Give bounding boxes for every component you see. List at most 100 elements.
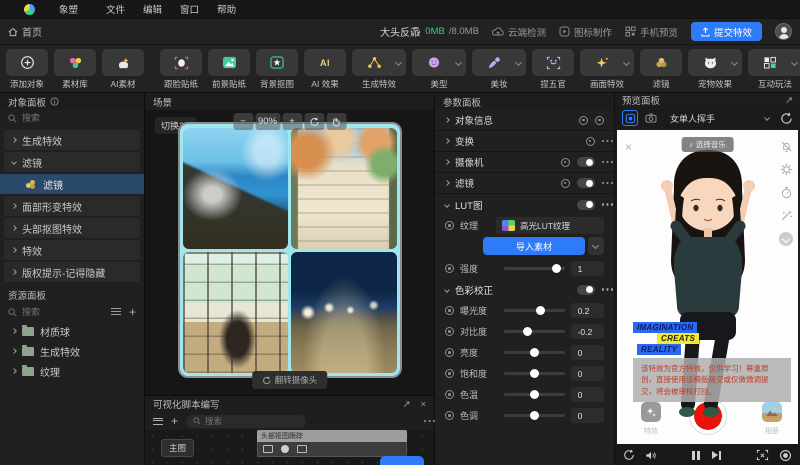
tool-background-matting[interactable]: 背景抠图 [256, 49, 298, 90]
tree-group-copyright[interactable]: 版权提示-记得隐藏 [4, 262, 140, 282]
pose-selector[interactable]: 女单人挥手 [664, 110, 775, 127]
menu-app[interactable]: 象塑 [59, 2, 78, 16]
submit-effect-button[interactable]: 提交特效 [691, 22, 762, 41]
exposure-value[interactable]: 0.2 [571, 303, 604, 318]
tool-add-object[interactable]: 添加对象 [6, 49, 48, 90]
color-toggle[interactable] [577, 285, 595, 295]
more-icon[interactable] [602, 288, 605, 291]
more-icon[interactable] [602, 203, 605, 206]
filter-toggle[interactable] [577, 178, 595, 188]
tool-filter[interactable]: 滤镜 [640, 49, 682, 90]
slider-thumb[interactable] [530, 369, 539, 378]
target-icon[interactable] [445, 369, 454, 378]
node-port-icon[interactable] [263, 445, 273, 453]
strength-value[interactable]: 1 [571, 261, 604, 276]
script-search-input[interactable] [205, 416, 299, 426]
home-button[interactable]: 首页 [8, 24, 42, 39]
slider-thumb[interactable] [536, 306, 545, 315]
icon-builder-button[interactable]: 图标制作 [559, 25, 612, 39]
snapshot-icon[interactable] [756, 449, 769, 461]
lut-toggle[interactable] [577, 200, 595, 210]
lut-texture-chip[interactable]: 高光LUT纹理 [496, 217, 604, 234]
brightness-value[interactable]: 0 [571, 345, 604, 360]
tool-foreground-sticker[interactable]: 前景贴纸 [208, 49, 250, 90]
scene-image-cafe-interior[interactable] [183, 252, 289, 373]
flip-camera-button[interactable]: 翻转摄像头 [252, 371, 328, 389]
resource-folder-generate[interactable]: 生成特效 [0, 341, 144, 361]
temperature-value[interactable]: 0 [571, 387, 604, 402]
tree-group-filter[interactable]: 滤镜 [4, 152, 140, 172]
zoom-level[interactable]: 90% [255, 113, 280, 130]
step-forward-button[interactable] [712, 451, 721, 460]
camera-mode-button[interactable] [643, 110, 659, 126]
phone-preview-button[interactable]: 手机预览 [625, 25, 678, 39]
loop-icon[interactable] [623, 449, 635, 461]
tint-value[interactable]: 0 [571, 408, 604, 423]
brightness-slider[interactable] [504, 351, 564, 354]
saturation-value[interactable]: 0 [571, 366, 604, 381]
node-head-matting[interactable]: 头部抠图跟踪 [257, 430, 407, 457]
menu-file[interactable]: 文件 [106, 2, 125, 16]
target-icon[interactable] [445, 390, 454, 399]
user-avatar[interactable] [775, 23, 792, 40]
zoom-in-button[interactable]: + [282, 113, 302, 130]
slider-thumb[interactable] [530, 411, 539, 420]
tint-slider[interactable] [504, 414, 564, 417]
section-object-info[interactable]: 对象信息 [435, 110, 614, 131]
target-icon[interactable] [445, 411, 454, 420]
select-music-button[interactable]: ♪ 选择音乐 [681, 137, 734, 152]
scene-image-night-street[interactable] [291, 252, 397, 373]
camera-toggle[interactable] [577, 157, 595, 167]
refresh-icon[interactable] [780, 112, 793, 125]
tree-group-face-deform[interactable]: 面部形变特效 [4, 196, 140, 216]
gear-icon[interactable] [780, 163, 793, 176]
saturation-slider[interactable] [504, 372, 564, 375]
video-mode-button[interactable] [622, 110, 638, 126]
zoom-out-button[interactable]: − [233, 113, 253, 130]
add-resource-button[interactable]: + [129, 306, 136, 318]
more-icon[interactable] [602, 161, 605, 164]
target-icon[interactable] [445, 327, 454, 336]
slider-thumb[interactable] [530, 390, 539, 399]
volume-icon[interactable] [645, 450, 657, 461]
target-icon[interactable] [579, 116, 588, 125]
scene-image-ocean-cliff[interactable] [183, 128, 289, 249]
node-canvas[interactable]: 主图 头部抠图跟踪 [145, 430, 434, 465]
bell-off-icon[interactable] [780, 140, 793, 153]
exposure-slider[interactable] [504, 309, 564, 312]
script-popout-button[interactable]: ↗ [402, 399, 410, 410]
pause-button[interactable] [692, 451, 700, 460]
subsection-lut[interactable]: LUT图 [435, 194, 614, 215]
tool-face-sticker[interactable]: 跟脸贴纸 [160, 49, 202, 90]
temperature-slider[interactable] [504, 393, 564, 396]
section-camera[interactable]: 摄像机 [435, 152, 614, 173]
reset-view-button[interactable] [304, 113, 324, 130]
filter-list-icon[interactable] [111, 308, 121, 316]
slider-thumb[interactable] [530, 348, 539, 357]
slider-thumb[interactable] [523, 327, 532, 336]
node-port-icon[interactable] [297, 445, 307, 453]
node-blue-block[interactable] [380, 456, 424, 465]
collapse-tools-button[interactable] [779, 232, 793, 246]
section-transform[interactable]: 变换 [435, 131, 614, 152]
menu-icon[interactable] [153, 418, 163, 425]
preview-viewport[interactable]: × ♪ 选择音乐 [617, 130, 798, 444]
tree-item-filter-selected[interactable]: 滤镜 [0, 174, 144, 194]
target-icon[interactable] [445, 306, 454, 315]
add-node-button[interactable]: + [171, 415, 178, 427]
target-icon[interactable] [445, 264, 454, 273]
scene-image-stone-stairs[interactable] [291, 128, 397, 249]
tree-group-generate-effect[interactable]: 生成特效 [4, 130, 140, 150]
script-close-button[interactable]: × [420, 399, 426, 410]
menu-help[interactable]: 帮助 [217, 2, 236, 16]
close-icon[interactable]: × [625, 140, 632, 154]
timer-icon[interactable] [780, 186, 793, 199]
resource-folder-material[interactable]: 材质球 [0, 321, 144, 341]
more-icon[interactable] [602, 182, 605, 185]
target-icon[interactable] [561, 179, 570, 188]
tool-screen-effect[interactable]: 画面特效 [580, 49, 634, 90]
contrast-value[interactable]: -0.2 [571, 324, 604, 339]
import-material-button[interactable]: 导入素材 [483, 237, 585, 255]
slider-thumb[interactable] [552, 264, 561, 273]
target-icon[interactable] [445, 348, 454, 357]
